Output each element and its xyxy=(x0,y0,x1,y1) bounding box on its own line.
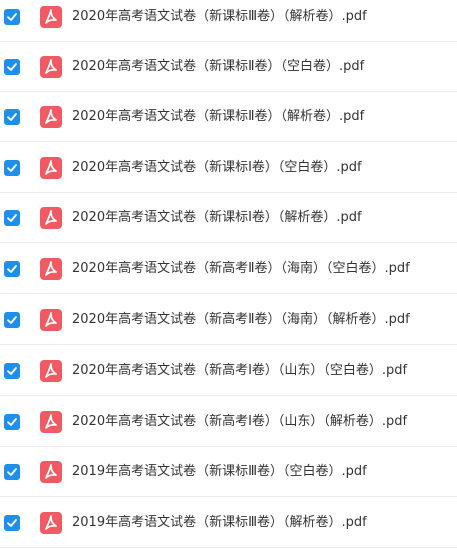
checkbox-checked[interactable] xyxy=(4,463,20,480)
file-row[interactable]: 2020年高考语文试卷（新课标Ⅲ卷）（解析卷）.pdf xyxy=(0,0,457,42)
file-name: 2020年高考语文试卷（新高考Ⅱ卷）（海南）（解析卷）.pdf xyxy=(72,311,410,327)
pdf-icon xyxy=(40,359,62,382)
file-row[interactable]: 2020年高考语文试卷（新高考Ⅱ卷）（海南）（解析卷）.pdf xyxy=(0,295,457,345)
pdf-icon xyxy=(40,55,62,78)
pdf-icon xyxy=(40,206,62,229)
pdf-icon xyxy=(40,105,62,128)
pdf-icon xyxy=(40,308,62,331)
file-name: 2020年高考语文试卷（新课标Ⅱ卷）（空白卷）.pdf xyxy=(72,58,365,74)
file-row[interactable]: 2020年高考语文试卷（新课标Ⅰ卷）（空白卷）.pdf xyxy=(0,143,457,193)
file-name: 2020年高考语文试卷（新课标Ⅲ卷）（解析卷）.pdf xyxy=(72,8,367,24)
pdf-icon xyxy=(40,460,62,483)
file-row[interactable]: 2020年高考语文试卷（新课标Ⅰ卷）（解析卷）.pdf xyxy=(0,193,457,243)
file-name: 2019年高考语文试卷（新课标Ⅲ卷）（空白卷）.pdf xyxy=(72,463,367,479)
file-name: 2020年高考语文试卷（新高考Ⅰ卷）（山东）（空白卷）.pdf xyxy=(72,362,408,378)
file-name: 2020年高考语文试卷（新高考Ⅰ卷）（山东）（解析卷）.pdf xyxy=(72,413,408,429)
file-name: 2019年高考语文试卷（新课标Ⅲ卷）（解析卷）.pdf xyxy=(72,514,367,530)
pdf-icon xyxy=(40,257,62,280)
checkbox-checked[interactable] xyxy=(4,108,20,125)
file-name: 2020年高考语文试卷（新高考Ⅱ卷）（海南）（空白卷）.pdf xyxy=(72,260,410,276)
checkbox-checked[interactable] xyxy=(4,311,20,328)
checkbox-checked[interactable] xyxy=(4,260,20,277)
file-row[interactable]: 2020年高考语文试卷（新高考Ⅰ卷）（山东）（解析卷）.pdf xyxy=(0,397,457,447)
pdf-icon xyxy=(40,410,62,433)
checkbox-checked[interactable] xyxy=(4,362,20,379)
pdf-icon xyxy=(40,511,62,534)
checkbox-checked[interactable] xyxy=(4,58,20,75)
checkbox-checked[interactable] xyxy=(4,413,20,430)
checkbox-checked[interactable] xyxy=(4,514,20,531)
file-row[interactable]: 2020年高考语文试卷（新课标Ⅱ卷）（解析卷）.pdf xyxy=(0,92,457,142)
file-name: 2020年高考语文试卷（新课标Ⅱ卷）（解析卷）.pdf xyxy=(72,108,365,124)
file-list: 2020年高考语文试卷（新课标Ⅲ卷）（解析卷）.pdf 2020年高考语文试卷（… xyxy=(0,0,457,548)
checkbox-checked[interactable] xyxy=(4,8,20,25)
file-row[interactable]: 2019年高考语文试卷（新课标Ⅲ卷）（空白卷）.pdf xyxy=(0,447,457,497)
file-row[interactable]: 2019年高考语文试卷（新课标Ⅲ卷）（解析卷）.pdf xyxy=(0,498,457,548)
checkbox-checked[interactable] xyxy=(4,159,20,176)
file-row[interactable]: 2020年高考语文试卷（新课标Ⅱ卷）（空白卷）.pdf xyxy=(0,42,457,92)
file-row[interactable]: 2020年高考语文试卷（新高考Ⅱ卷）（海南）（空白卷）.pdf xyxy=(0,244,457,294)
file-name: 2020年高考语文试卷（新课标Ⅰ卷）（空白卷）.pdf xyxy=(72,159,362,175)
file-name: 2020年高考语文试卷（新课标Ⅰ卷）（解析卷）.pdf xyxy=(72,209,362,225)
checkbox-checked[interactable] xyxy=(4,209,20,226)
pdf-icon xyxy=(40,156,62,179)
pdf-icon xyxy=(40,5,62,28)
file-row[interactable]: 2020年高考语文试卷（新高考Ⅰ卷）（山东）（空白卷）.pdf xyxy=(0,346,457,396)
